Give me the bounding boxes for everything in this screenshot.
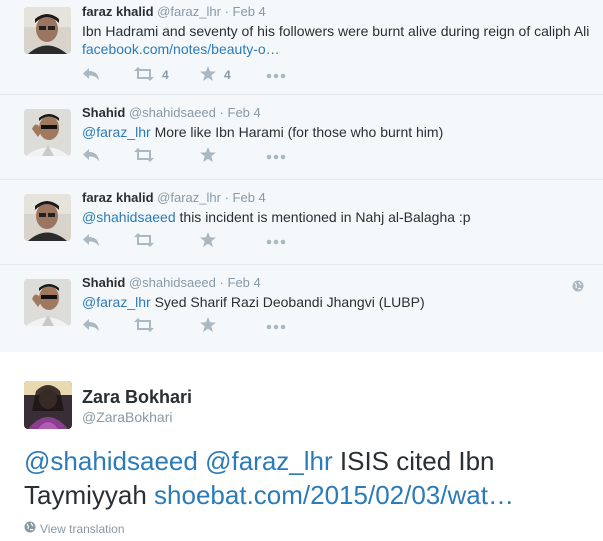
- tweet-actions: [82, 232, 286, 250]
- star-icon: [200, 66, 216, 84]
- tweet-actions: [82, 147, 286, 165]
- mention-link[interactable]: @faraz_lhr: [82, 124, 151, 140]
- tweet-actions: [82, 317, 286, 335]
- tweet-actions: 4 4: [82, 66, 286, 84]
- more-icon: [266, 149, 286, 163]
- tweet-timestamp[interactable]: Feb 4: [233, 4, 266, 19]
- separator-dot: ·: [219, 275, 224, 290]
- retweet-icon: [134, 232, 154, 250]
- retweet-icon: [134, 317, 154, 335]
- favorite-button[interactable]: [200, 232, 266, 250]
- mention-link[interactable]: @faraz_lhr: [205, 446, 333, 476]
- separator-dot: ·: [224, 4, 229, 19]
- avatar[interactable]: [24, 7, 71, 54]
- permalink-tweet: Zara Bokhari @ZaraBokhari @shahidsaeed @…: [0, 352, 603, 541]
- more-icon: [266, 234, 286, 248]
- avatar[interactable]: [24, 279, 71, 326]
- reply-icon: [82, 67, 100, 84]
- tweet-handle[interactable]: @shahidsaeed: [129, 275, 216, 290]
- star-icon: [200, 232, 216, 250]
- star-icon: [200, 147, 216, 165]
- tweet-text: @shahidsaeed this incident is mentioned …: [82, 208, 591, 226]
- tweet-fullname[interactable]: Zara Bokhari: [82, 387, 192, 408]
- favorite-button[interactable]: [200, 317, 266, 335]
- tweet-handle[interactable]: @shahidsaeed: [129, 105, 216, 120]
- tweet-handle[interactable]: @faraz_lhr: [157, 190, 221, 205]
- reply-button[interactable]: [82, 232, 134, 250]
- more-icon: [266, 319, 286, 333]
- mention-link[interactable]: @faraz_lhr: [82, 294, 151, 310]
- tweet[interactable]: faraz khalid @faraz_lhr · Feb 4 @shahids…: [0, 180, 603, 265]
- globe-icon: [24, 521, 36, 536]
- tweet[interactable]: Shahid @shahidsaeed · Feb 4 @faraz_lhr S…: [0, 265, 603, 352]
- reply-button[interactable]: [82, 147, 134, 165]
- retweet-icon: [134, 147, 154, 165]
- separator-dot: ·: [224, 190, 229, 205]
- retweet-button[interactable]: [134, 147, 200, 165]
- more-button[interactable]: [266, 317, 286, 335]
- avatar[interactable]: [24, 381, 72, 429]
- tweet-text-body: Syed Sharif Razi Deobandi Jhangvi (LUBP): [150, 294, 425, 310]
- tweet-fullname[interactable]: Shahid: [82, 275, 125, 290]
- view-translation-label: View translation: [40, 521, 125, 536]
- mention-link[interactable]: @shahidsaeed: [82, 209, 176, 225]
- tweet-handle[interactable]: @faraz_lhr: [157, 4, 221, 19]
- tweet-text: @faraz_lhr More like Ibn Harami (for tho…: [82, 123, 591, 141]
- tweet[interactable]: faraz khalid @faraz_lhr · Feb 4 Ibn Hadr…: [0, 0, 603, 95]
- more-button[interactable]: [266, 232, 286, 250]
- tweet-text-body: More like Ibn Harami (for those who burn…: [150, 124, 444, 140]
- view-translation-link[interactable]: View translation: [24, 521, 125, 536]
- retweet-icon: [134, 66, 154, 84]
- mention-link[interactable]: @shahidsaeed: [24, 446, 198, 476]
- tweet-link[interactable]: facebook.com/notes/beauty-o…: [82, 41, 280, 57]
- reply-button[interactable]: [82, 66, 134, 84]
- tweet[interactable]: Shahid @shahidsaeed · Feb 4 @faraz_lhr M…: [0, 95, 603, 180]
- tweet-link[interactable]: shoebat.com/2015/02/03/wat…: [154, 480, 514, 510]
- reply-button[interactable]: [82, 317, 134, 335]
- retweet-button[interactable]: [134, 232, 200, 250]
- reply-icon: [82, 148, 100, 165]
- reply-icon: [82, 318, 100, 335]
- more-icon: [266, 68, 286, 82]
- favorite-count[interactable]: 4: [224, 68, 231, 82]
- star-icon: [200, 317, 216, 335]
- tweet-text-body: Ibn Hadrami and seventy of his followers…: [82, 23, 590, 39]
- retweet-button[interactable]: [134, 317, 200, 335]
- tweet-text: @faraz_lhr Syed Sharif Razi Deobandi Jha…: [82, 293, 591, 311]
- reply-icon: [82, 233, 100, 250]
- retweet-button[interactable]: 4: [134, 66, 200, 84]
- tweet-handle[interactable]: @ZaraBokhari: [82, 409, 172, 425]
- tweet-text: Ibn Hadrami and seventy of his followers…: [82, 22, 591, 58]
- retweet-count[interactable]: 4: [162, 68, 169, 82]
- tweet-fullname[interactable]: faraz khalid: [82, 190, 154, 205]
- avatar[interactable]: [24, 194, 71, 241]
- globe-icon[interactable]: [572, 279, 584, 297]
- tweet-timestamp[interactable]: Feb 4: [228, 275, 261, 290]
- favorite-button[interactable]: [200, 147, 266, 165]
- tweet-text-body: this incident is mentioned in Nahj al-Ba…: [175, 209, 471, 225]
- tweet-fullname[interactable]: Shahid: [82, 105, 125, 120]
- separator-dot: ·: [219, 105, 224, 120]
- avatar[interactable]: [24, 109, 71, 156]
- tweet-fullname[interactable]: faraz khalid: [82, 4, 154, 19]
- favorite-button[interactable]: 4: [200, 66, 266, 84]
- conversation-thread: faraz khalid @faraz_lhr · Feb 4 Ibn Hadr…: [0, 0, 603, 352]
- tweet-text: @shahidsaeed @faraz_lhr ISIS cited Ibn T…: [24, 444, 584, 512]
- more-button[interactable]: [266, 147, 286, 165]
- more-button[interactable]: [266, 66, 286, 84]
- tweet-timestamp[interactable]: Feb 4: [233, 190, 266, 205]
- tweet-timestamp[interactable]: Feb 4: [228, 105, 261, 120]
